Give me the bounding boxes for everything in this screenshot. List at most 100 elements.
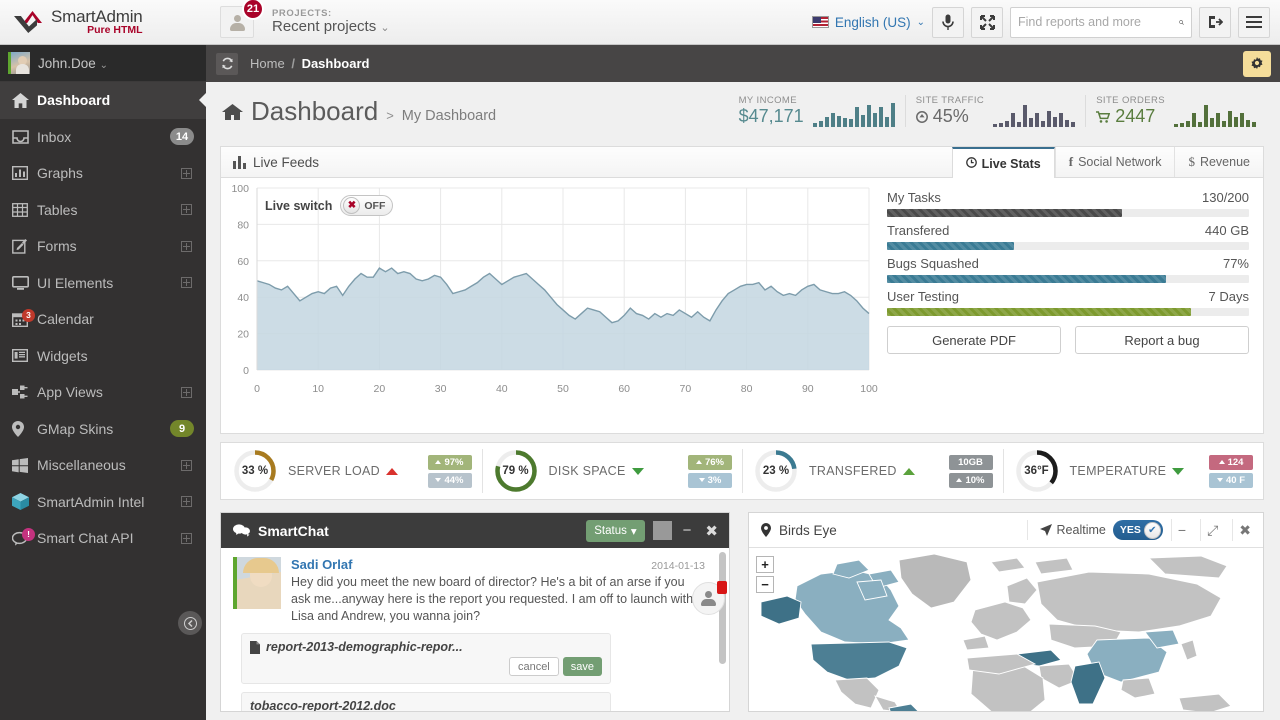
microphone-icon[interactable] xyxy=(932,6,964,38)
expand-icon[interactable]: ⤢ xyxy=(1200,519,1224,541)
attachment-name[interactable]: tobacco-report-2012.doc xyxy=(250,699,396,711)
close-icon[interactable]: ✖ xyxy=(702,522,721,540)
map-region[interactable] xyxy=(970,601,1032,641)
expand-plus-icon[interactable] xyxy=(181,459,192,471)
hamburger-icon[interactable] xyxy=(1238,6,1270,38)
sidebar-item-smart-chat-api[interactable]: ! Smart Chat API xyxy=(0,520,206,557)
generate-pdf-button[interactable]: Generate PDF xyxy=(887,326,1061,354)
message-date: 2014-01-13 xyxy=(651,560,705,572)
sidebar-item-app-views[interactable]: App Views xyxy=(0,374,206,411)
map-region[interactable] xyxy=(1034,557,1074,575)
map-region[interactable] xyxy=(1178,693,1232,711)
expand-plus-icon[interactable] xyxy=(181,204,192,216)
map-region[interactable] xyxy=(1070,661,1106,705)
map-region[interactable] xyxy=(1120,677,1156,699)
table-icon xyxy=(12,202,37,217)
map-region[interactable] xyxy=(1036,571,1222,633)
zoom-in-button[interactable]: + xyxy=(756,556,774,573)
user-profile[interactable]: John.Doe ⌄ xyxy=(0,45,206,82)
realtime-toggle[interactable]: YES ✔ xyxy=(1112,520,1163,540)
map-region[interactable] xyxy=(1147,555,1228,579)
expand-plus-icon[interactable] xyxy=(181,386,192,398)
map-region[interactable] xyxy=(1180,639,1198,661)
collapse-icon[interactable]: − xyxy=(680,522,695,539)
message-author[interactable]: Sadi Orlaf xyxy=(291,557,352,572)
map-canvas[interactable]: + − xyxy=(749,548,1263,711)
svg-text:40: 40 xyxy=(496,383,508,395)
sidebar-badge: 9 xyxy=(170,420,194,438)
expand-plus-icon[interactable] xyxy=(181,240,192,252)
expand-plus-icon[interactable] xyxy=(181,167,192,179)
search-box[interactable] xyxy=(1010,6,1192,38)
refresh-icon[interactable] xyxy=(216,52,238,75)
us-flag-icon xyxy=(811,16,829,28)
sidebar-item-forms[interactable]: Forms xyxy=(0,228,206,265)
sidebar-dot-badge: 3 xyxy=(22,308,35,322)
page-title-text: Dashboard xyxy=(251,95,379,126)
map-region[interactable] xyxy=(990,557,1026,573)
page-title: Dashboard > My Dashboard xyxy=(222,96,496,127)
page-header: Dashboard > My Dashboard MY INCOME $47,17… xyxy=(206,82,1280,140)
map-region[interactable] xyxy=(760,595,802,625)
sidebar-item-graphs[interactable]: Graphs xyxy=(0,155,206,192)
sidebar-item-widgets[interactable]: Widgets xyxy=(0,338,206,375)
sidebar-collapse-button[interactable] xyxy=(178,611,202,635)
notification-badge xyxy=(717,581,727,594)
language-selector[interactable]: English (US) ⌄ xyxy=(811,15,925,30)
birdseye-map-widget: Birds Eye Realtime YES ✔ − ⤢ ✖ + − xyxy=(748,512,1264,712)
map-region[interactable] xyxy=(1006,577,1038,605)
projects-dropdown[interactable]: PROJECTS: Recent projects ⌄ xyxy=(272,8,390,36)
stat-label: Bugs Squashed xyxy=(887,256,979,271)
sidebar-item-smartadmin-intel[interactable]: SmartAdmin Intel xyxy=(0,484,206,521)
search-icon[interactable] xyxy=(1179,15,1184,30)
sidebar-item-label: Calendar xyxy=(37,311,94,328)
search-input[interactable] xyxy=(1018,15,1179,29)
report-a-bug-button[interactable]: Report a bug xyxy=(1075,326,1249,354)
expand-plus-icon[interactable] xyxy=(181,532,192,544)
map-region[interactable] xyxy=(962,635,990,651)
chat-message: Sadi Orlaf 2014-01-13 Hey did you meet t… xyxy=(221,548,729,625)
svg-text:20: 20 xyxy=(237,329,249,341)
sidebar-item-gmap-skins[interactable]: GMap Skins 9 xyxy=(0,411,206,448)
smartchat-body: Sadi Orlaf 2014-01-13 Hey did you meet t… xyxy=(221,548,729,711)
progress-bar xyxy=(887,242,1249,250)
expand-plus-icon[interactable] xyxy=(181,496,192,508)
color-swatch[interactable] xyxy=(652,521,672,540)
close-icon[interactable]: ✖ xyxy=(1232,519,1257,541)
tab-social-network[interactable]: f Social Network xyxy=(1054,147,1175,177)
kpi-my-income: MY INCOME $47,171 xyxy=(729,95,905,127)
sidebar-item-label: UI Elements xyxy=(37,274,114,291)
attachment-name[interactable]: report-2013-demographic-repor... xyxy=(266,640,463,654)
arrow-down-icon xyxy=(698,478,705,482)
breadcrumb-home[interactable]: Home xyxy=(250,56,285,71)
projects-button[interactable]: 21 xyxy=(220,0,264,38)
gear-icon[interactable] xyxy=(1243,50,1271,77)
sidebar-item-inbox[interactable]: Inbox 14 xyxy=(0,119,206,156)
stat-row: My Tasks 130/200 xyxy=(887,190,1249,217)
map-region[interactable] xyxy=(834,677,880,709)
chat-scrollbar[interactable] xyxy=(719,552,726,702)
arrow-up-circle-icon xyxy=(915,111,928,123)
svg-text:100: 100 xyxy=(231,183,249,195)
status-dropdown[interactable]: Status ▾ xyxy=(586,519,645,542)
tab-live-stats[interactable]: Live Stats xyxy=(951,147,1055,178)
logout-icon[interactable] xyxy=(1199,6,1231,38)
sidebar-item-ui-elements[interactable]: UI Elements xyxy=(0,265,206,302)
expand-plus-icon[interactable] xyxy=(181,277,192,289)
sidebar-item-dashboard[interactable]: Dashboard xyxy=(0,82,206,119)
zoom-out-button[interactable]: − xyxy=(756,576,774,593)
attachment-save-button[interactable]: save xyxy=(562,657,602,676)
map-region[interactable] xyxy=(810,641,908,681)
live-switch-toggle[interactable]: ✖ OFF xyxy=(340,195,394,216)
collapse-icon[interactable]: − xyxy=(1170,519,1192,541)
chat-contacts-button[interactable] xyxy=(692,581,727,615)
live-switch[interactable]: Live switch ✖ OFF xyxy=(265,195,394,216)
sidebar-item-tables[interactable]: Tables xyxy=(0,192,206,229)
fullscreen-icon[interactable] xyxy=(971,6,1003,38)
logo[interactable]: SmartAdmin Pure HTML xyxy=(0,7,210,37)
map-region[interactable] xyxy=(898,553,972,609)
attachment-cancel-button[interactable]: cancel xyxy=(508,657,559,676)
sidebar-item-miscellaneous[interactable]: Miscellaneous xyxy=(0,447,206,484)
sidebar-item-calendar[interactable]: 3 Calendar xyxy=(0,301,206,338)
tab-revenue[interactable]: $ Revenue xyxy=(1174,147,1263,177)
